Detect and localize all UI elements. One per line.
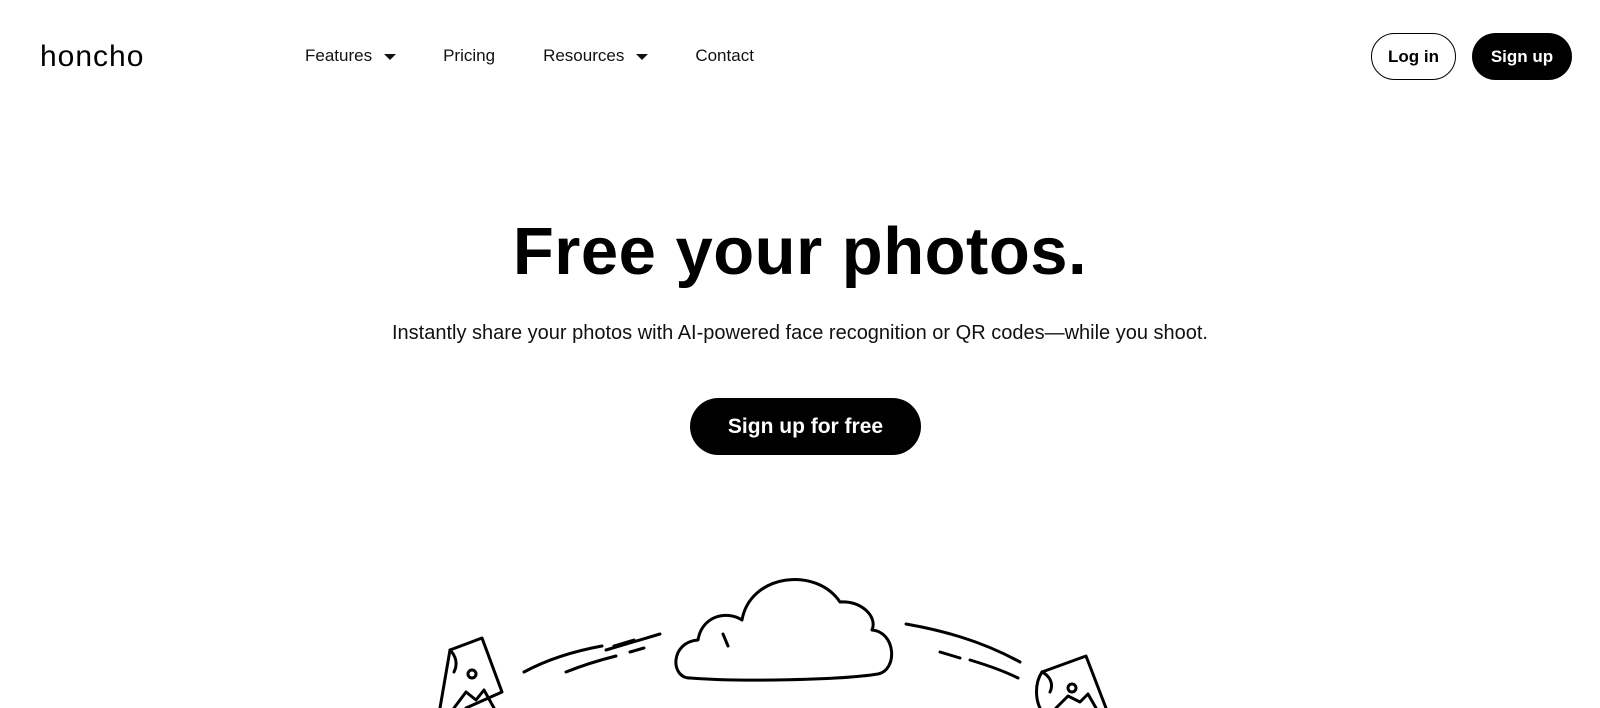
nav-features-label: Features: [305, 46, 373, 65]
photo-card-right-icon: [1035, 654, 1108, 708]
top-nav: honcho Features Pricing Resources Contac…: [0, 0, 1600, 112]
signup-free-button[interactable]: Sign up for free: [690, 398, 921, 455]
photo-card-left-icon: [438, 636, 504, 708]
main-nav: Features Pricing Resources Contact: [305, 44, 754, 68]
nav-contact[interactable]: Contact: [695, 44, 754, 68]
nav-resources[interactable]: Resources: [543, 44, 649, 68]
login-button[interactable]: Log in: [1371, 33, 1456, 80]
nav-contact-label: Contact: [695, 46, 754, 65]
logo-text: honcho: [40, 40, 144, 73]
nav-pricing[interactable]: Pricing: [443, 44, 495, 68]
caret-down-icon: [384, 54, 397, 60]
honcho-logo[interactable]: honcho: [40, 32, 164, 76]
nav-resources-label: Resources: [543, 46, 625, 65]
hero-title: Free your photos.: [512, 214, 1088, 289]
signup-free-button-label: Sign up for free: [727, 414, 884, 438]
signup-button-label: Sign up: [1490, 46, 1554, 66]
nav-features[interactable]: Features: [305, 44, 397, 68]
hero-subtitle: Instantly share your photos with AI-powe…: [392, 322, 1208, 344]
signup-button[interactable]: Sign up: [1472, 33, 1572, 80]
caret-down-icon: [636, 54, 649, 60]
nav-pricing-label: Pricing: [443, 46, 496, 65]
login-button-label: Log in: [1388, 46, 1439, 66]
cloud-sync-illustration: [438, 578, 1108, 708]
cloud-icon: [674, 578, 893, 682]
